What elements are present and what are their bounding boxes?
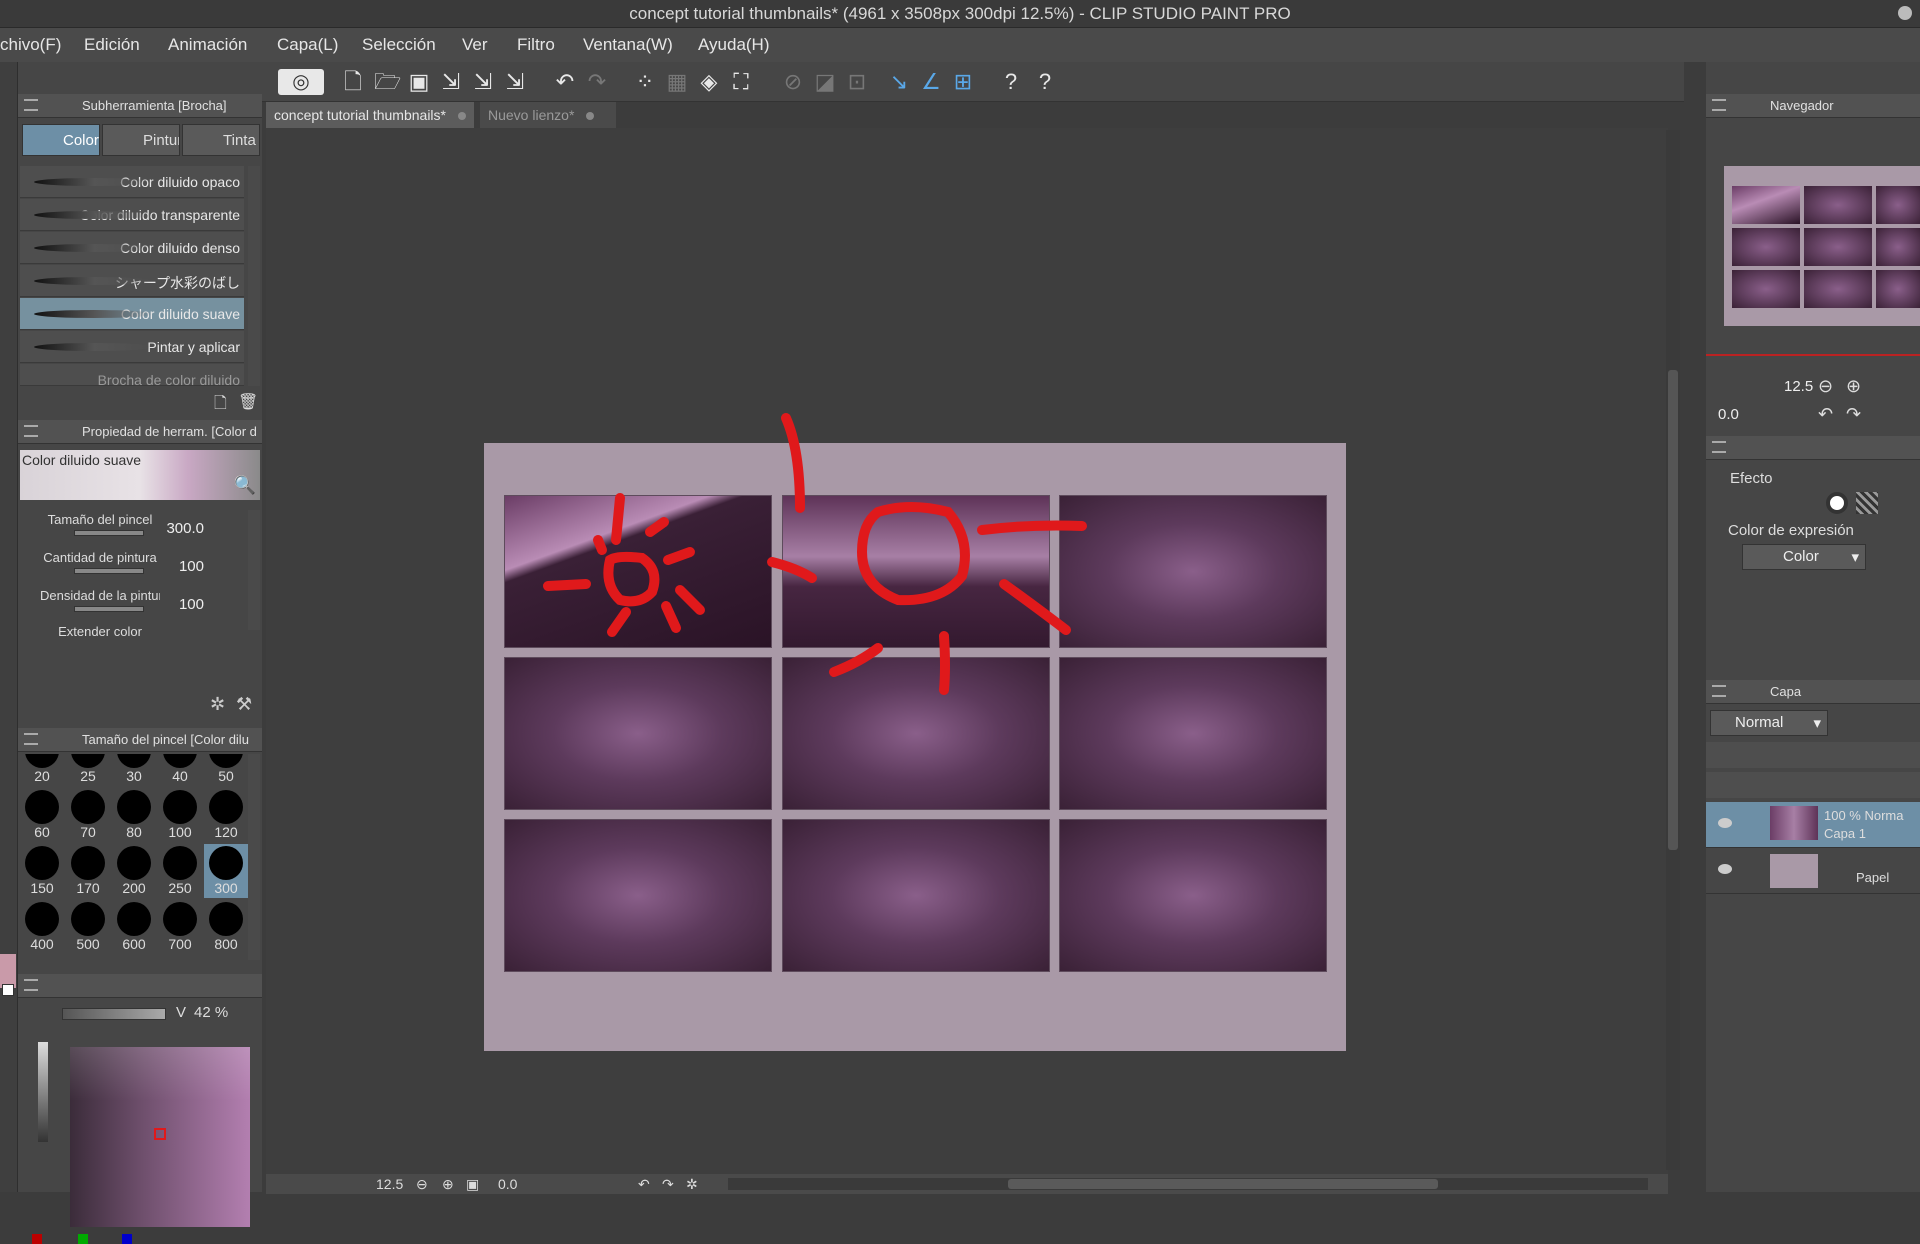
layer-row-capa1[interactable]: 100 % Norma Capa 1 bbox=[1706, 802, 1920, 848]
scroll-thumb[interactable] bbox=[1008, 1179, 1438, 1189]
rotate-right-icon[interactable]: ↷ bbox=[662, 1176, 674, 1193]
layer-thumbnail bbox=[1770, 806, 1818, 840]
panel-menu-icon[interactable] bbox=[1712, 99, 1726, 111]
blend-mode-select[interactable]: Normal ▾ bbox=[1710, 710, 1828, 736]
zoom-out-icon[interactable]: ⊖ bbox=[1818, 376, 1833, 397]
panel-menu-icon[interactable] bbox=[1712, 441, 1726, 453]
right-panel: Navegador 12.5 0.0 ⊖ ⊕ ↶ ↷ Efecto Color … bbox=[1706, 62, 1920, 1192]
navigator-header: Navegador bbox=[1706, 94, 1920, 118]
rotate-right-icon[interactable]: ↷ bbox=[1846, 404, 1861, 425]
tone-mode-icon[interactable] bbox=[1856, 492, 1878, 514]
green-swatch[interactable] bbox=[78, 1234, 88, 1244]
color-mode-icon[interactable] bbox=[1826, 492, 1848, 514]
layer-thumbnail bbox=[1770, 854, 1818, 888]
chevron-down-icon: ▾ bbox=[1813, 715, 1821, 732]
layer-row-papel[interactable]: Papel bbox=[1706, 848, 1920, 894]
canvas-hscroll[interactable] bbox=[728, 1178, 1648, 1190]
scroll-thumb[interactable] bbox=[1668, 370, 1678, 850]
fit-icon[interactable]: ▣ bbox=[466, 1176, 479, 1193]
zoom-in-icon[interactable]: ⊕ bbox=[442, 1176, 454, 1193]
zoom-in-icon[interactable]: ⊕ bbox=[1846, 376, 1861, 397]
eye-icon[interactable] bbox=[1718, 864, 1732, 874]
red-swatch[interactable] bbox=[32, 1234, 42, 1244]
small-sun-drawing bbox=[543, 493, 705, 637]
layer-toolbar-1 bbox=[1706, 742, 1920, 768]
zoom-out-icon[interactable]: ⊖ bbox=[416, 1176, 428, 1193]
status-bar: 12.5 ⊖ ⊕ ▣ 0.0 ↶ ↷ ✲ bbox=[266, 1174, 1668, 1194]
navigator-zoom[interactable]: 12.5 bbox=[1784, 378, 1813, 395]
rotation-readout[interactable]: 0.0 bbox=[498, 1176, 517, 1192]
navigator-title: Navegador bbox=[1770, 98, 1834, 113]
layer-name: Papel bbox=[1856, 870, 1890, 885]
tab-layer[interactable]: Capa bbox=[1770, 684, 1801, 699]
reset-rotation-icon[interactable]: ✲ bbox=[686, 1176, 698, 1193]
navigator-divider bbox=[1706, 354, 1920, 356]
eye-icon[interactable] bbox=[1718, 818, 1732, 828]
expression-color-value: Color bbox=[1783, 548, 1819, 565]
canvas-vscroll[interactable] bbox=[1666, 130, 1680, 1170]
effect-title: Efecto bbox=[1730, 470, 1773, 487]
expression-color-label: Color de expresión bbox=[1728, 522, 1854, 539]
sun-drawing-overlay bbox=[543, 413, 1087, 695]
layer-toolbar-2 bbox=[1706, 772, 1920, 798]
blend-mode-value: Normal bbox=[1735, 714, 1784, 731]
rotate-left-icon[interactable]: ↶ bbox=[638, 1176, 650, 1193]
effect-tabs-header bbox=[1706, 436, 1920, 460]
large-sun-drawing bbox=[767, 413, 1087, 695]
rotate-left-icon[interactable]: ↶ bbox=[1818, 404, 1833, 425]
expression-color-select[interactable]: Color ▾ bbox=[1742, 544, 1866, 570]
chevron-down-icon: ▾ bbox=[1851, 549, 1859, 566]
layer-opacity-mode: 100 % Norma bbox=[1824, 808, 1904, 823]
layer-panel-header: Capa bbox=[1706, 680, 1920, 704]
blue-swatch[interactable] bbox=[122, 1234, 132, 1244]
layer-name: Capa 1 bbox=[1824, 826, 1866, 841]
panel-menu-icon[interactable] bbox=[1712, 685, 1726, 697]
navigator-rotation[interactable]: 0.0 bbox=[1718, 406, 1739, 423]
zoom-readout[interactable]: 12.5 bbox=[376, 1176, 403, 1192]
navigator-preview[interactable] bbox=[1724, 166, 1920, 326]
